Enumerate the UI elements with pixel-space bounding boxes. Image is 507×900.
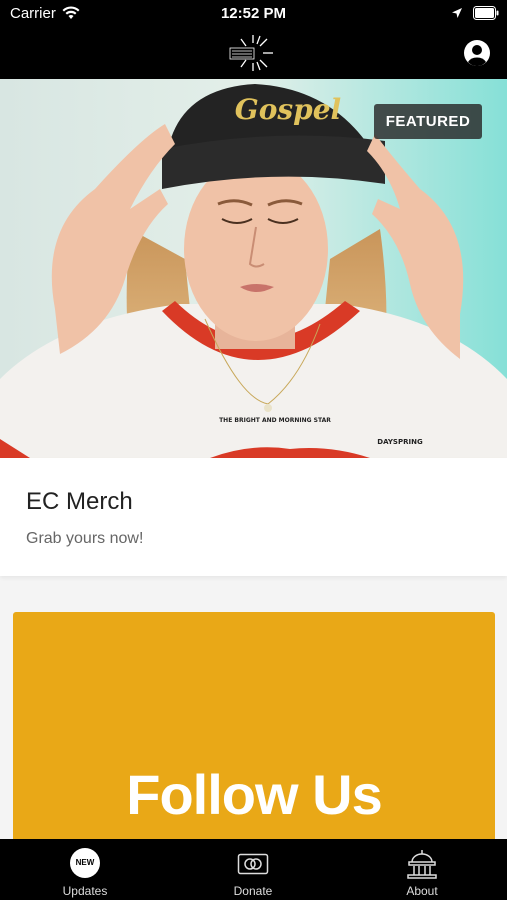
- new-badge-icon: NEW: [70, 848, 100, 878]
- tab-updates-label: Updates: [62, 884, 108, 898]
- battery-icon: [473, 6, 499, 20]
- tab-donate-label: Donate: [233, 884, 273, 898]
- status-bar: Carrier 12:52 PM: [0, 0, 507, 28]
- merch-card[interactable]: EC Merch Grab yours now!: [0, 458, 507, 576]
- status-time: 12:52 PM: [220, 5, 287, 22]
- nav-bar: [0, 28, 507, 79]
- location-arrow-icon: [452, 8, 462, 18]
- card-icon: [237, 853, 269, 875]
- tab-donate[interactable]: Donate: [193, 839, 313, 900]
- shirt-text: THE BRIGHT AND MORNING STAR: [219, 417, 331, 424]
- card-subtitle: Grab yours now!: [26, 530, 144, 547]
- tab-bar: NEW Updates Donate About: [0, 839, 507, 900]
- tab-about[interactable]: About: [362, 839, 482, 900]
- tab-about-label: About: [406, 884, 438, 898]
- follow-us-card[interactable]: Follow Us: [13, 612, 495, 852]
- featured-badge: FEATURED: [374, 104, 482, 139]
- follow-us-text: Follow Us: [126, 763, 382, 826]
- tab-updates[interactable]: NEW Updates: [25, 839, 145, 900]
- brand-text: DAYSPRING: [377, 438, 423, 446]
- building-icon: [407, 850, 437, 879]
- card-title: EC Merch: [26, 488, 133, 515]
- beanie-text: Gospel: [235, 93, 341, 126]
- profile-icon[interactable]: [463, 39, 491, 67]
- sun-logo-icon: [229, 35, 273, 71]
